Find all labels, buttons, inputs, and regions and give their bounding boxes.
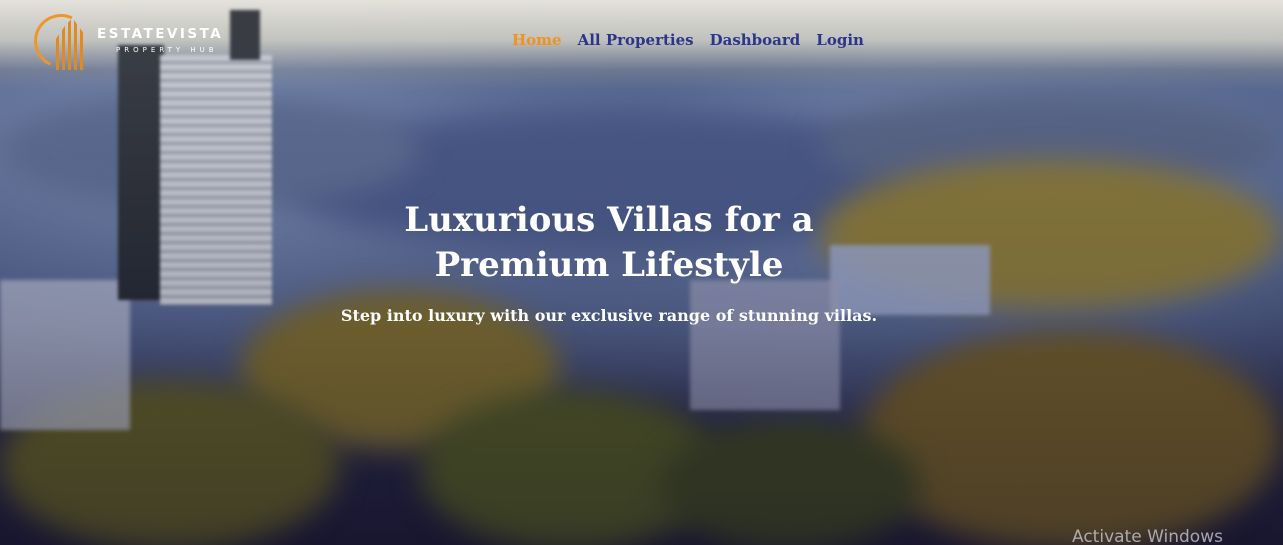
hero-title: Luxurious Villas for a Premium Lifestyle	[0, 198, 1218, 288]
nav-home-link[interactable]: Home	[512, 31, 562, 49]
nav-dashboard-link[interactable]: Dashboard	[710, 31, 801, 49]
main-nav: Home All Properties Dashboard Login	[512, 31, 864, 49]
brand-name: ESTATEVISTA	[97, 26, 224, 42]
nav-login-link[interactable]: Login	[816, 31, 864, 49]
brand-logo[interactable]: ESTATEVISTA PROPERTY HUB	[26, 6, 244, 76]
brand-tagline: PROPERTY HUB	[116, 46, 218, 54]
hero-content: Luxurious Villas for a Premium Lifestyle…	[0, 198, 1218, 325]
activate-windows-watermark: Activate Windows	[1072, 527, 1223, 545]
hero-title-line1: Luxurious Villas for a	[404, 200, 814, 240]
hero-section: ESTATEVISTA PROPERTY HUB Home All Proper…	[0, 0, 1283, 545]
nav-all-properties-link[interactable]: All Properties	[578, 31, 694, 49]
hero-subtitle: Step into luxury with our exclusive rang…	[340, 306, 878, 325]
hero-title-line2: Premium Lifestyle	[434, 245, 784, 285]
